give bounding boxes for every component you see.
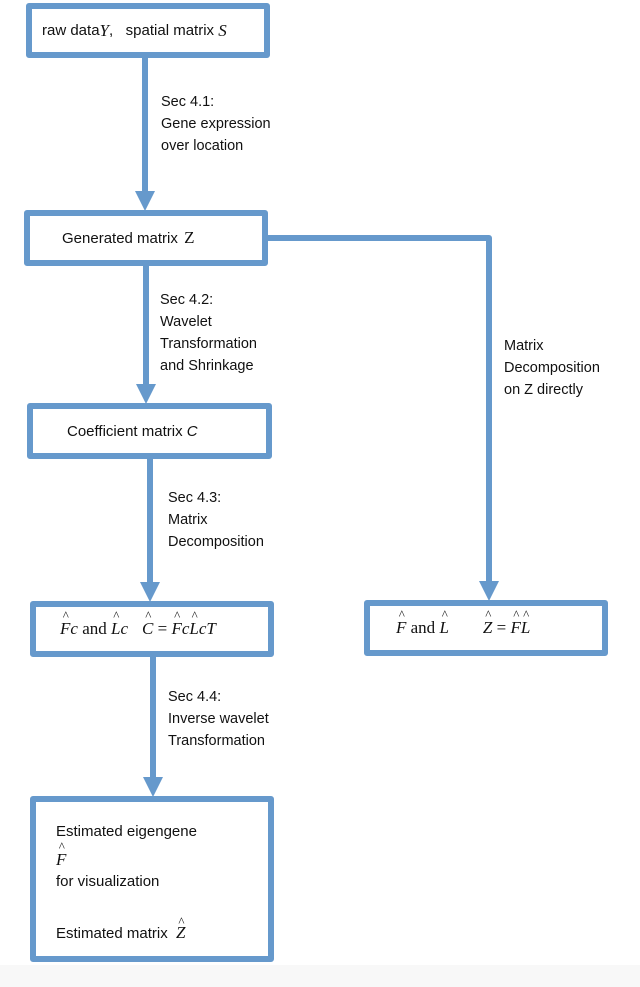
edge-label-sec42: Sec 4.2: Wavelet Transformation and Shri… [160,289,257,377]
node-generated-text: Generated matrix [62,229,183,247]
var-c: C [186,422,198,440]
var-f-hat: F [171,619,181,639]
and-text: and [406,618,440,637]
edge-label-line: Inverse wavelet [168,711,269,727]
edge-label-sec43: Sec 4.3: Matrix Decomposition [168,487,264,553]
edge-label-line: Sec 4.1: [161,94,215,110]
edge-label-sec41: Sec 4.1: Gene expression over location [161,91,271,157]
node-estimated: Estimated eigengene F for visualization … [30,796,274,962]
arrowhead-estimated [143,777,163,797]
edge-label-line: Sec 4.2: [160,292,214,308]
var-l-hat: L [521,618,530,638]
var-z-hat: Z [176,922,185,944]
var-f-hat: F [60,619,70,639]
equals-sign: = [492,618,511,637]
edge-label-line: Decomposition [168,534,264,550]
node-coefficient-matrix: Coefficient matrix C [27,403,272,459]
edge-label-line: Decomposition [504,360,600,376]
equals-sign: = [153,619,172,638]
and-text: and [77,619,111,638]
edge-label-line: over location [161,138,244,154]
edge-label-line: on Z directly [504,382,583,398]
edge-label-direct: Matrix Decomposition on Z directly [504,335,600,401]
node-coefficient-text: Coefficient matrix [67,422,187,440]
edge-label-line: Matrix [168,512,208,528]
node-raw-text: raw data [42,22,100,39]
var-l-hat: L [189,619,198,639]
edge-label-line: Sec 4.4: [168,689,222,705]
node-fc-lc: Fc and Lc C = Fc LcT [30,601,274,657]
node-generated-matrix: Generated matrix Z [24,210,268,266]
sub-c: c [198,619,207,638]
arrowhead-fc [140,582,160,602]
arrowhead-fl [479,581,499,601]
var-c-hat: C [142,619,153,639]
var-l-hat: L [111,619,120,639]
sup-t: T [206,619,216,638]
edge-label-line: Gene expression [161,116,271,132]
node-raw-sep: , spatial matrix [109,22,219,39]
sub-c: c [120,619,128,638]
edge-label-line: Sec 4.3: [168,490,222,506]
edge-label-line: Wavelet [160,314,212,330]
var-f-hat: F [396,618,406,638]
var-f-hat: F [510,618,520,638]
sub-c: c [70,619,78,638]
arrowhead-coefficient [136,384,156,404]
var-s: S [218,20,227,40]
edge-label-line: Transformation [168,733,265,749]
edge-generated-to-fl [268,235,492,585]
node-raw-data: raw data Y , spatial matrix S [26,3,270,58]
var-f-hat: F [56,850,66,870]
for-visualization-label: for visualization [56,873,160,890]
var-y: Y [99,20,110,40]
estimated-matrix-label: Estimated matrix [56,925,172,942]
edge-label-sec44: Sec 4.4: Inverse wavelet Transformation [168,686,269,752]
edge-label-line: Matrix [504,338,544,354]
arrowhead-generated [135,191,155,211]
var-z-hat: Z [483,618,492,638]
var-l-hat: L [439,618,448,638]
var-z: Z [184,228,195,247]
estimated-eigengene-label: Estimated eigengene [56,823,197,840]
edge-label-line: Transformation [160,336,257,352]
estimated-matrix-row: Estimated matrix Z [56,922,268,945]
node-f-l: F and L Z = F L [364,600,608,656]
edge-label-line: and Shrinkage [160,358,254,374]
